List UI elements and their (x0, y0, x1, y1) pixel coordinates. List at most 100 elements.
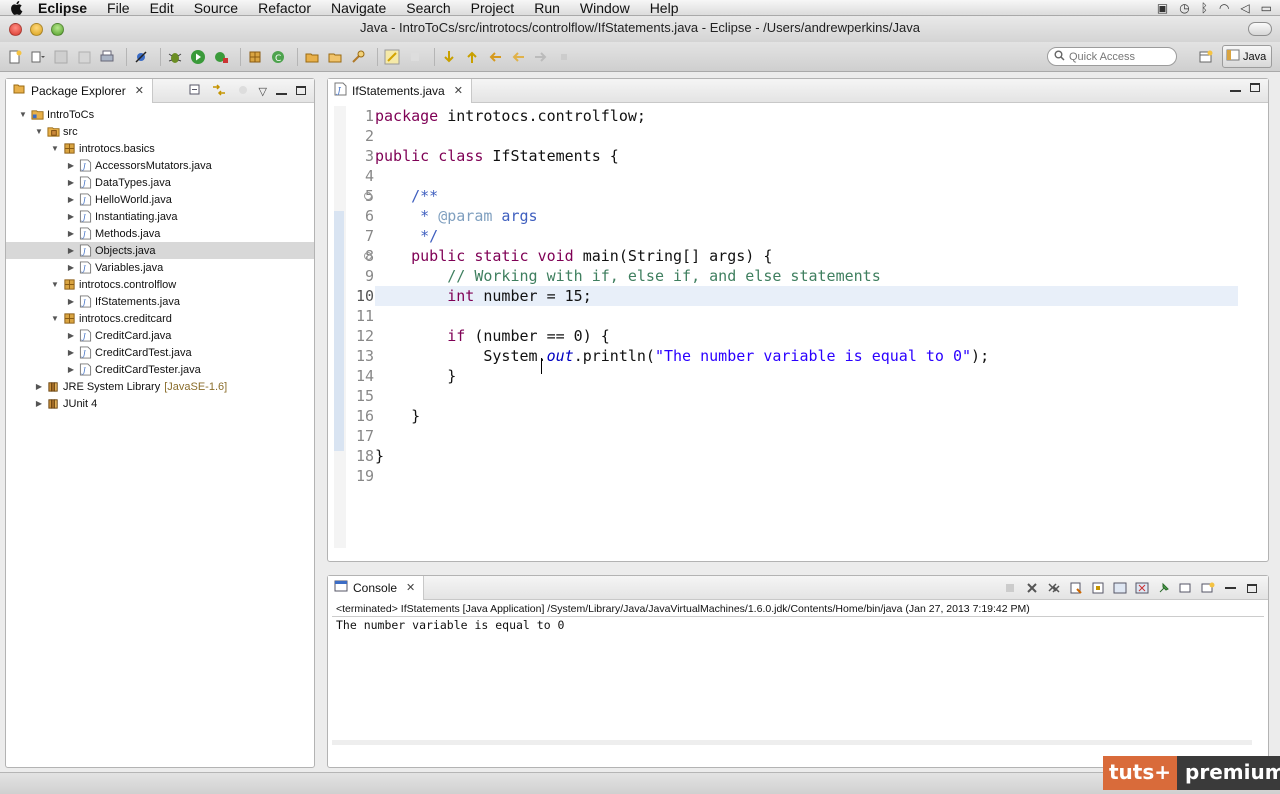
menu-help[interactable]: Help (650, 0, 679, 16)
close-tab-icon[interactable]: ✕ (406, 581, 415, 594)
remove-all-terminated-icon[interactable] (1046, 580, 1062, 596)
code-line[interactable]: } (375, 406, 1238, 426)
tree-item[interactable]: ▶ J DataTypes.java (6, 174, 314, 191)
expanded-arrow-icon[interactable]: ▼ (50, 314, 60, 323)
minimize-editor-icon[interactable] (1230, 83, 1241, 95)
tree-item[interactable]: ▶ J IfStatements.java (6, 293, 314, 310)
console-horizontal-scrollbar[interactable] (332, 740, 1252, 745)
tree-item[interactable]: ▶ J Objects.java (6, 242, 314, 259)
menu-edit[interactable]: Edit (150, 0, 174, 16)
volume-icon[interactable]: ◁ (1240, 1, 1249, 15)
code-line[interactable]: /** (375, 186, 1238, 206)
code-line[interactable]: package introtocs.controlflow; (375, 106, 1238, 126)
tree-item[interactable]: ▶ J AccessorsMutators.java (6, 157, 314, 174)
toolbar-toggle-button[interactable] (1248, 22, 1272, 36)
show-console-stdout-icon[interactable] (1112, 580, 1128, 596)
collapsed-arrow-icon[interactable]: ▶ (66, 246, 76, 255)
menu-eclipse[interactable]: Eclipse (38, 0, 87, 16)
tree-item[interactable]: ▼ src (6, 123, 314, 140)
collapsed-arrow-icon[interactable]: ▶ (66, 263, 76, 272)
tree-item[interactable]: ▶ J Variables.java (6, 259, 314, 276)
expanded-arrow-icon[interactable]: ▼ (18, 110, 28, 119)
console-output[interactable]: The number variable is equal to 0 (336, 618, 564, 632)
back-history-icon[interactable] (509, 48, 527, 66)
menu-source[interactable]: Source (194, 0, 238, 16)
code-line[interactable]: // Working with if, else if, and else st… (375, 266, 1238, 286)
collapsed-arrow-icon[interactable]: ▶ (66, 178, 76, 187)
collapsed-arrow-icon[interactable]: ▶ (34, 399, 44, 408)
link-with-editor-icon[interactable] (211, 83, 227, 100)
new-java-class-icon[interactable]: C (269, 48, 287, 66)
code-line[interactable]: int number = 15; (375, 286, 1238, 306)
tree-item[interactable]: ▼ introtocs.creditcard (6, 310, 314, 327)
code-line[interactable]: System.out.println("The number variable … (375, 346, 1238, 366)
collapsed-arrow-icon[interactable]: ▶ (34, 382, 44, 391)
collapsed-arrow-icon[interactable]: ▶ (66, 348, 76, 357)
code-line[interactable]: } (375, 366, 1238, 386)
menu-navigate[interactable]: Navigate (331, 0, 386, 16)
fold-toggle-icon[interactable]: − (364, 252, 372, 260)
maximize-console-icon[interactable] (1244, 580, 1260, 596)
code-line[interactable]: * @param args (375, 206, 1238, 226)
tree-item[interactable]: ▼ IntroToCs (6, 106, 314, 123)
code-line[interactable]: public static void main(String[] args) { (375, 246, 1238, 266)
code-line[interactable] (375, 426, 1238, 446)
close-tab-icon[interactable]: ✕ (454, 84, 463, 97)
open-perspective-icon[interactable] (1197, 48, 1215, 66)
menu-refactor[interactable]: Refactor (258, 0, 311, 16)
apple-logo-icon[interactable] (8, 0, 24, 16)
pin-console-icon[interactable] (1156, 580, 1172, 596)
remove-launch-icon[interactable] (1024, 580, 1040, 596)
tab-console[interactable]: Console ✕ (328, 575, 425, 600)
back-icon[interactable] (486, 48, 504, 66)
fold-toggle-icon[interactable]: − (364, 192, 372, 200)
collapsed-arrow-icon[interactable]: ▶ (66, 161, 76, 170)
expanded-arrow-icon[interactable]: ▼ (50, 144, 60, 153)
expanded-arrow-icon[interactable]: ▼ (50, 280, 60, 289)
tree-item[interactable]: ▶ J CreditCardTest.java (6, 344, 314, 361)
collapsed-arrow-icon[interactable]: ▶ (66, 212, 76, 221)
menu-run[interactable]: Run (534, 0, 560, 16)
wifi-icon[interactable]: ◠ (1219, 1, 1229, 15)
open-task-icon[interactable] (326, 48, 344, 66)
skip-breakpoints-icon[interactable] (132, 48, 150, 66)
print-icon[interactable] (98, 48, 116, 66)
next-annotation-icon[interactable] (440, 48, 458, 66)
code-line[interactable]: if (number == 0) { (375, 326, 1238, 346)
tree-item[interactable]: ▶ J HelloWorld.java (6, 191, 314, 208)
tab-ifstatements-java[interactable]: J IfStatements.java ✕ (328, 78, 472, 103)
code-line[interactable]: */ (375, 226, 1238, 246)
code-line[interactable]: public class IfStatements { (375, 146, 1238, 166)
new-icon[interactable] (6, 48, 24, 66)
maximize-view-icon[interactable] (296, 85, 306, 98)
code-line[interactable]: } (375, 446, 1238, 466)
run-external-tool-icon[interactable] (212, 48, 230, 66)
menu-window[interactable]: Window (580, 0, 630, 16)
code-line[interactable] (375, 466, 1238, 486)
open-console-icon[interactable] (1200, 580, 1216, 596)
tree-item[interactable]: ▼ introtocs.controlflow (6, 276, 314, 293)
scroll-lock-icon[interactable] (1090, 580, 1106, 596)
close-tab-icon[interactable]: ✕ (135, 84, 144, 97)
menu-file[interactable]: File (107, 0, 130, 16)
tree-item[interactable]: ▶ J Methods.java (6, 225, 314, 242)
battery-icon[interactable]: ▭ (1261, 1, 1272, 15)
search-tool-icon[interactable] (349, 48, 367, 66)
collapsed-arrow-icon[interactable]: ▶ (66, 229, 76, 238)
collapsed-arrow-icon[interactable]: ▶ (66, 195, 76, 204)
quick-access-input[interactable]: Quick Access (1047, 47, 1177, 66)
maximize-editor-icon[interactable] (1250, 83, 1260, 95)
code-lines[interactable]: package introtocs.controlflow; public cl… (375, 106, 1238, 486)
collapse-all-icon[interactable] (188, 83, 202, 100)
previous-annotation-icon[interactable] (463, 48, 481, 66)
show-console-stderr-icon[interactable] (1134, 580, 1150, 596)
code-line[interactable] (375, 126, 1238, 146)
menu-project[interactable]: Project (471, 0, 515, 16)
time-machine-icon[interactable]: ◷ (1179, 1, 1189, 15)
tree-item[interactable]: ▼ introtocs.basics (6, 140, 314, 157)
code-line[interactable] (375, 306, 1238, 326)
open-type-icon[interactable] (303, 48, 321, 66)
new-dropdown-icon[interactable] (29, 48, 47, 66)
code-area[interactable]: 1 2 3 4 5 6 7 8 9 10 11 12 13 14 15 16 17 18 19 package in… (328, 103, 1268, 561)
code-line[interactable] (375, 386, 1238, 406)
